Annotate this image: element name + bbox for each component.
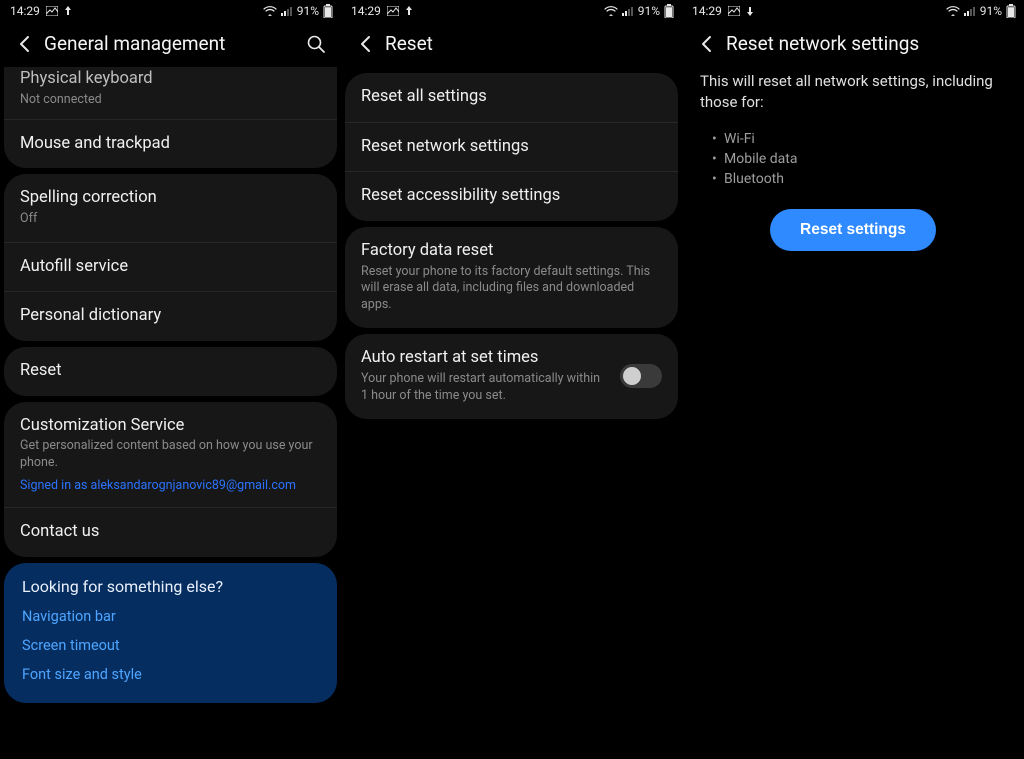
help-link-screen-timeout[interactable]: Screen timeout xyxy=(22,631,319,660)
help-card: Looking for something else? Navigation b… xyxy=(4,563,337,703)
help-link-navigation-bar[interactable]: Navigation bar xyxy=(22,602,319,631)
reset-label: Reset xyxy=(20,361,321,382)
status-battery: 91% xyxy=(297,4,319,18)
picture-icon xyxy=(728,6,740,16)
factory-sub: Reset your phone to its factory default … xyxy=(361,264,662,315)
upload-icon xyxy=(405,6,413,16)
battery-icon xyxy=(323,4,333,18)
status-time: 14:29 xyxy=(692,4,722,18)
row-spelling-correction[interactable]: Spelling correction Off xyxy=(4,174,337,242)
page-title: Reset xyxy=(385,32,433,55)
row-reset[interactable]: Reset xyxy=(4,347,337,396)
row-contact-us[interactable]: Contact us xyxy=(4,507,337,557)
status-time: 14:29 xyxy=(351,4,381,18)
bullet-mobile-data: Mobile data xyxy=(712,149,1006,169)
row-personal-dictionary[interactable]: Personal dictionary xyxy=(4,291,337,341)
status-battery: 91% xyxy=(980,4,1002,18)
download-icon xyxy=(746,6,754,16)
physical-keyboard-sub: Not connected xyxy=(20,92,321,109)
status-bar: 14:29 91% xyxy=(0,0,341,22)
reset-settings-button[interactable]: Reset settings xyxy=(770,209,936,251)
status-time: 14:29 xyxy=(10,4,40,18)
picture-icon xyxy=(46,6,58,16)
spelling-label: Spelling correction xyxy=(20,188,321,209)
row-customization-service[interactable]: Customization Service Get personalized c… xyxy=(4,402,337,507)
contact-us-label: Contact us xyxy=(20,522,321,543)
auto-restart-label: Auto restart at set times xyxy=(361,348,608,369)
row-factory-data-reset[interactable]: Factory data reset Reset your phone to i… xyxy=(345,227,678,328)
row-reset-all-settings[interactable]: Reset all settings xyxy=(345,73,678,122)
wifi-icon xyxy=(604,6,618,16)
status-bar: 14:29 91% xyxy=(682,0,1024,22)
header: Reset network settings xyxy=(682,22,1024,67)
status-battery: 91% xyxy=(638,4,660,18)
page-title: General management xyxy=(44,32,225,55)
battery-icon xyxy=(664,4,674,18)
signal-icon xyxy=(281,6,293,16)
page-title: Reset network settings xyxy=(726,32,919,55)
back-button[interactable] xyxy=(355,33,377,55)
row-mouse-trackpad[interactable]: Mouse and trackpad xyxy=(4,119,337,169)
wifi-icon xyxy=(946,6,960,16)
wifi-icon xyxy=(263,6,277,16)
search-button[interactable] xyxy=(305,33,327,55)
signal-icon xyxy=(964,6,976,16)
bullet-bluetooth: Bluetooth xyxy=(712,169,1006,189)
help-question: Looking for something else? xyxy=(22,577,319,596)
back-button[interactable] xyxy=(696,33,718,55)
row-autofill-service[interactable]: Autofill service xyxy=(4,242,337,292)
status-bar: 14:29 91% xyxy=(341,0,682,22)
reset-network-description: This will reset all network settings, in… xyxy=(682,67,1024,127)
customization-sub: Get personalized content based on how yo… xyxy=(20,438,321,472)
reset-network-label: Reset network settings xyxy=(361,137,662,158)
reset-all-label: Reset all settings xyxy=(361,87,662,108)
signal-icon xyxy=(622,6,634,16)
header: General management xyxy=(0,22,341,67)
help-link-font-size[interactable]: Font size and style xyxy=(22,660,319,693)
autofill-label: Autofill service xyxy=(20,257,321,278)
upload-icon xyxy=(64,6,72,16)
row-physical-keyboard[interactable]: Physical keyboard Not connected xyxy=(4,67,337,119)
picture-icon xyxy=(387,6,399,16)
customization-label: Customization Service xyxy=(20,416,321,437)
customization-signed-link[interactable]: Signed in as aleksandarognjanovic89@gmai… xyxy=(20,478,321,493)
header: Reset xyxy=(341,22,682,67)
physical-keyboard-label: Physical keyboard xyxy=(20,69,321,90)
row-reset-accessibility-settings[interactable]: Reset accessibility settings xyxy=(345,171,678,221)
spelling-sub: Off xyxy=(20,211,321,228)
auto-restart-sub: Your phone will restart automatically wi… xyxy=(361,371,608,405)
personal-dictionary-label: Personal dictionary xyxy=(20,306,321,327)
reset-network-bullets: Wi-Fi Mobile data Bluetooth xyxy=(682,127,1024,199)
row-reset-network-settings[interactable]: Reset network settings xyxy=(345,122,678,172)
mouse-trackpad-label: Mouse and trackpad xyxy=(20,134,321,155)
auto-restart-toggle[interactable] xyxy=(620,364,662,388)
battery-icon xyxy=(1006,4,1016,18)
back-button[interactable] xyxy=(14,33,36,55)
factory-label: Factory data reset xyxy=(361,241,662,262)
reset-accessibility-label: Reset accessibility settings xyxy=(361,186,662,207)
row-auto-restart[interactable]: Auto restart at set times Your phone wil… xyxy=(345,334,678,418)
bullet-wifi: Wi-Fi xyxy=(712,129,1006,149)
